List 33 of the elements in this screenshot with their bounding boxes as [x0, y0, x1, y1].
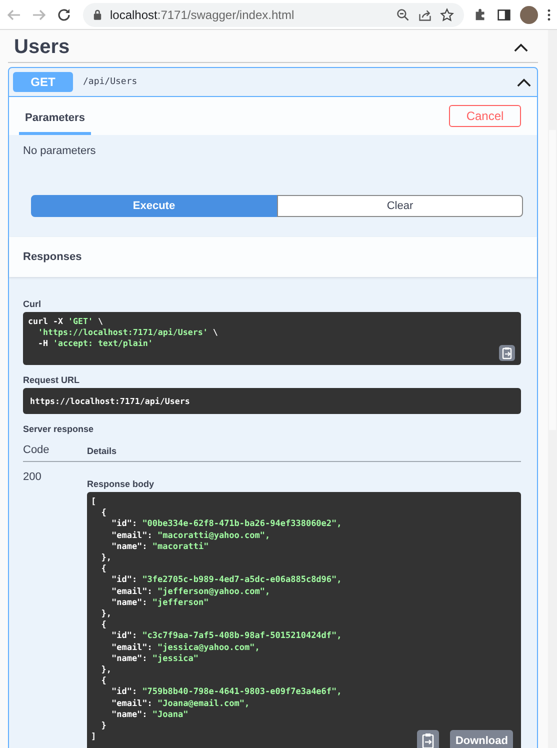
section-title[interactable]: Users: [14, 36, 70, 58]
url-text: localhost:7171/swagger/index.html: [110, 8, 294, 22]
responses-heading: Responses: [23, 251, 82, 263]
address-bar[interactable]: localhost:7171/swagger/index.html: [83, 2, 464, 26]
curl-code-block: curl -X 'GET' \ 'https://localhost:7171/api/Users' \ -H 'accept: text/plain': [23, 312, 521, 365]
request-url-label: Request URL: [23, 375, 81, 385]
sidebar-icon[interactable]: [497, 8, 511, 22]
no-parameters-text: No parameters: [23, 145, 97, 157]
share-icon[interactable]: [418, 8, 432, 22]
curl-label: Curl: [23, 299, 42, 309]
copy-icon[interactable]: [499, 345, 515, 361]
zoom-out-icon[interactable]: [396, 8, 410, 22]
request-url-value: https://localhost:7171/api/Users: [23, 388, 521, 414]
code-column-header: Code: [23, 444, 50, 456]
copy-icon[interactable]: [417, 730, 440, 748]
server-response-label: Server response: [23, 424, 95, 434]
menu-icon[interactable]: [547, 8, 551, 22]
download-button[interactable]: Download: [450, 730, 513, 748]
reload-icon[interactable]: [56, 6, 72, 22]
endpoint-path[interactable]: /api/Users: [83, 77, 507, 87]
lock-icon: [93, 9, 102, 20]
chevron-icon[interactable]: [517, 78, 531, 86]
response-body-label: Response body: [87, 479, 156, 489]
avatar-icon[interactable]: [520, 6, 538, 24]
parameters-tab[interactable]: Parameters: [19, 103, 91, 135]
status-code: 200: [23, 471, 42, 485]
method-badge: GET: [13, 72, 73, 92]
chevron-icon[interactable]: [514, 42, 528, 52]
star-icon[interactable]: [440, 8, 454, 22]
details-column-header: Details: [87, 446, 117, 456]
clear-button[interactable]: Clear: [277, 195, 523, 217]
response-body-code: [ { "id": "00be334e-62f8-471b-ba26-94ef338060e2", "email": "macoratti@yahoo.com", "name": "macoratti" }, { "id": "3fe2705c-b989-4ed7-a5dc-e06a885c8d96", "email": "jefferson@yahoo.com", "name": "jefferson" }, { "id": "c3c7f9aa-7af5-408b-98af-5015210424df", "email": "jessica@yahoo.com", "name": "jessica" }, { "id": "759b8b40-798e-4641-9803-e09f7e3a4e6f", "email": "Joana@email.com", "name": "Joana" } ] Download: [87, 492, 521, 748]
scrollbar[interactable]: [548, 30, 557, 748]
